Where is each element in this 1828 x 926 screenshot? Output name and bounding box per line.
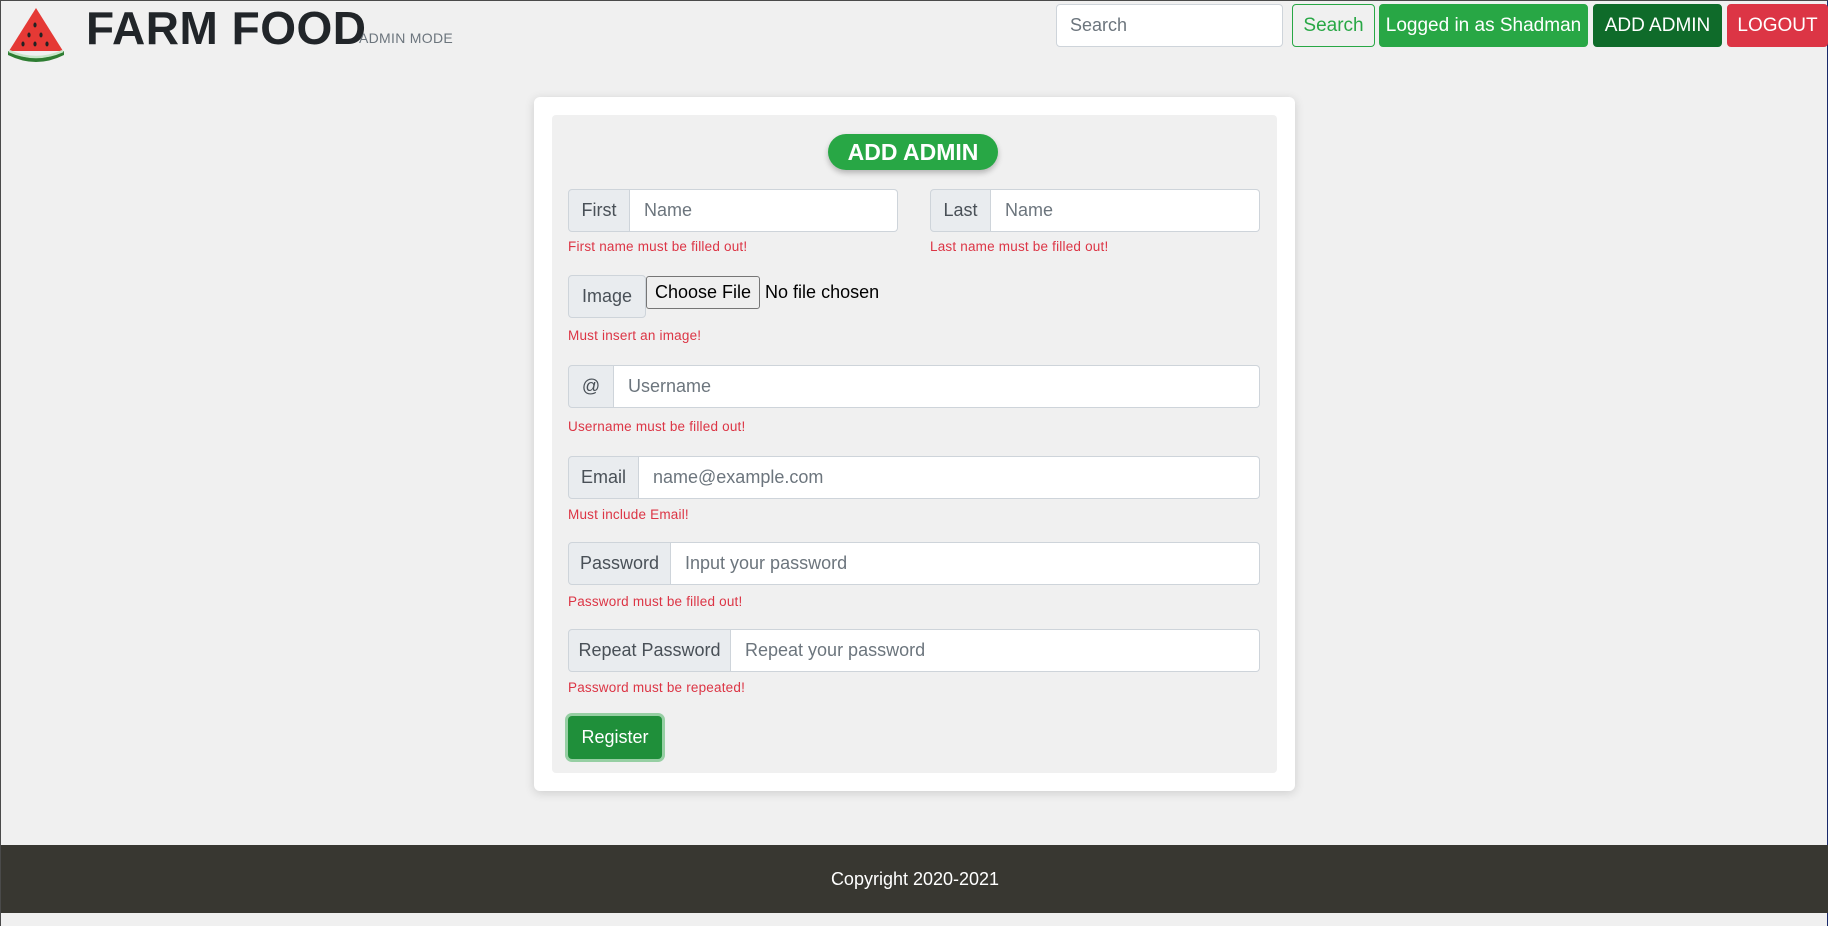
form-heading: ADD ADMIN [828, 134, 998, 170]
repeat-password-error: Password must be repeated! [568, 680, 746, 695]
logged-in-button[interactable]: Logged in as Shadman [1379, 4, 1588, 47]
last-name-input[interactable] [991, 189, 1260, 232]
first-name-addon: First [568, 189, 630, 232]
add-admin-card: ADD ADMIN First First name must be fille… [534, 97, 1295, 791]
repeat-password-group: Repeat Password [568, 629, 1260, 672]
email-error: Must include Email! [568, 507, 689, 522]
choose-file-button[interactable]: Choose File [646, 275, 761, 309]
password-group: Password [568, 542, 1260, 585]
file-status: No file chosen [765, 281, 880, 302]
last-name-error: Last name must be filled out! [930, 239, 1109, 254]
first-name-input[interactable] [630, 189, 898, 232]
last-name-addon: Last [930, 189, 991, 232]
repeat-password-input[interactable] [731, 629, 1260, 672]
last-name-group: Last [930, 189, 1260, 232]
username-error: Username must be filled out! [568, 419, 746, 434]
repeat-password-addon: Repeat Password [568, 629, 731, 672]
add-admin-form: ADD ADMIN First First name must be fille… [552, 115, 1277, 773]
image-file-input: Choose File No file chosen [646, 275, 879, 309]
search-input[interactable] [1056, 4, 1283, 47]
image-error: Must insert an image! [568, 328, 702, 343]
brand-title[interactable]: FARM FOOD [86, 3, 366, 53]
username-input[interactable] [614, 365, 1260, 408]
add-admin-button[interactable]: ADD ADMIN [1593, 4, 1722, 47]
footer: Copyright 2020-2021 [1, 845, 1828, 913]
email-group: Email [568, 456, 1260, 499]
watermelon-slice-icon[interactable] [5, 5, 67, 63]
username-group: @ [568, 365, 1260, 408]
email-input[interactable] [639, 456, 1260, 499]
password-input[interactable] [671, 542, 1260, 585]
email-addon: Email [568, 456, 639, 499]
search-button[interactable]: Search [1292, 4, 1375, 47]
copyright-text: Copyright 2020-2021 [830, 868, 1000, 889]
navbar: FARM FOOD ADMIN MODE Search Logged in as… [1, 1, 1828, 62]
image-addon: Image [568, 275, 646, 318]
brand-subtitle: ADMIN MODE [359, 30, 453, 46]
password-addon: Password [568, 542, 671, 585]
register-button[interactable]: Register [568, 716, 662, 759]
first-name-group: First [568, 189, 898, 232]
logout-button[interactable]: LOGOUT [1727, 4, 1828, 47]
first-name-error: First name must be filled out! [568, 239, 748, 254]
at-sign-addon: @ [568, 365, 614, 408]
password-error: Password must be filled out! [568, 594, 743, 609]
